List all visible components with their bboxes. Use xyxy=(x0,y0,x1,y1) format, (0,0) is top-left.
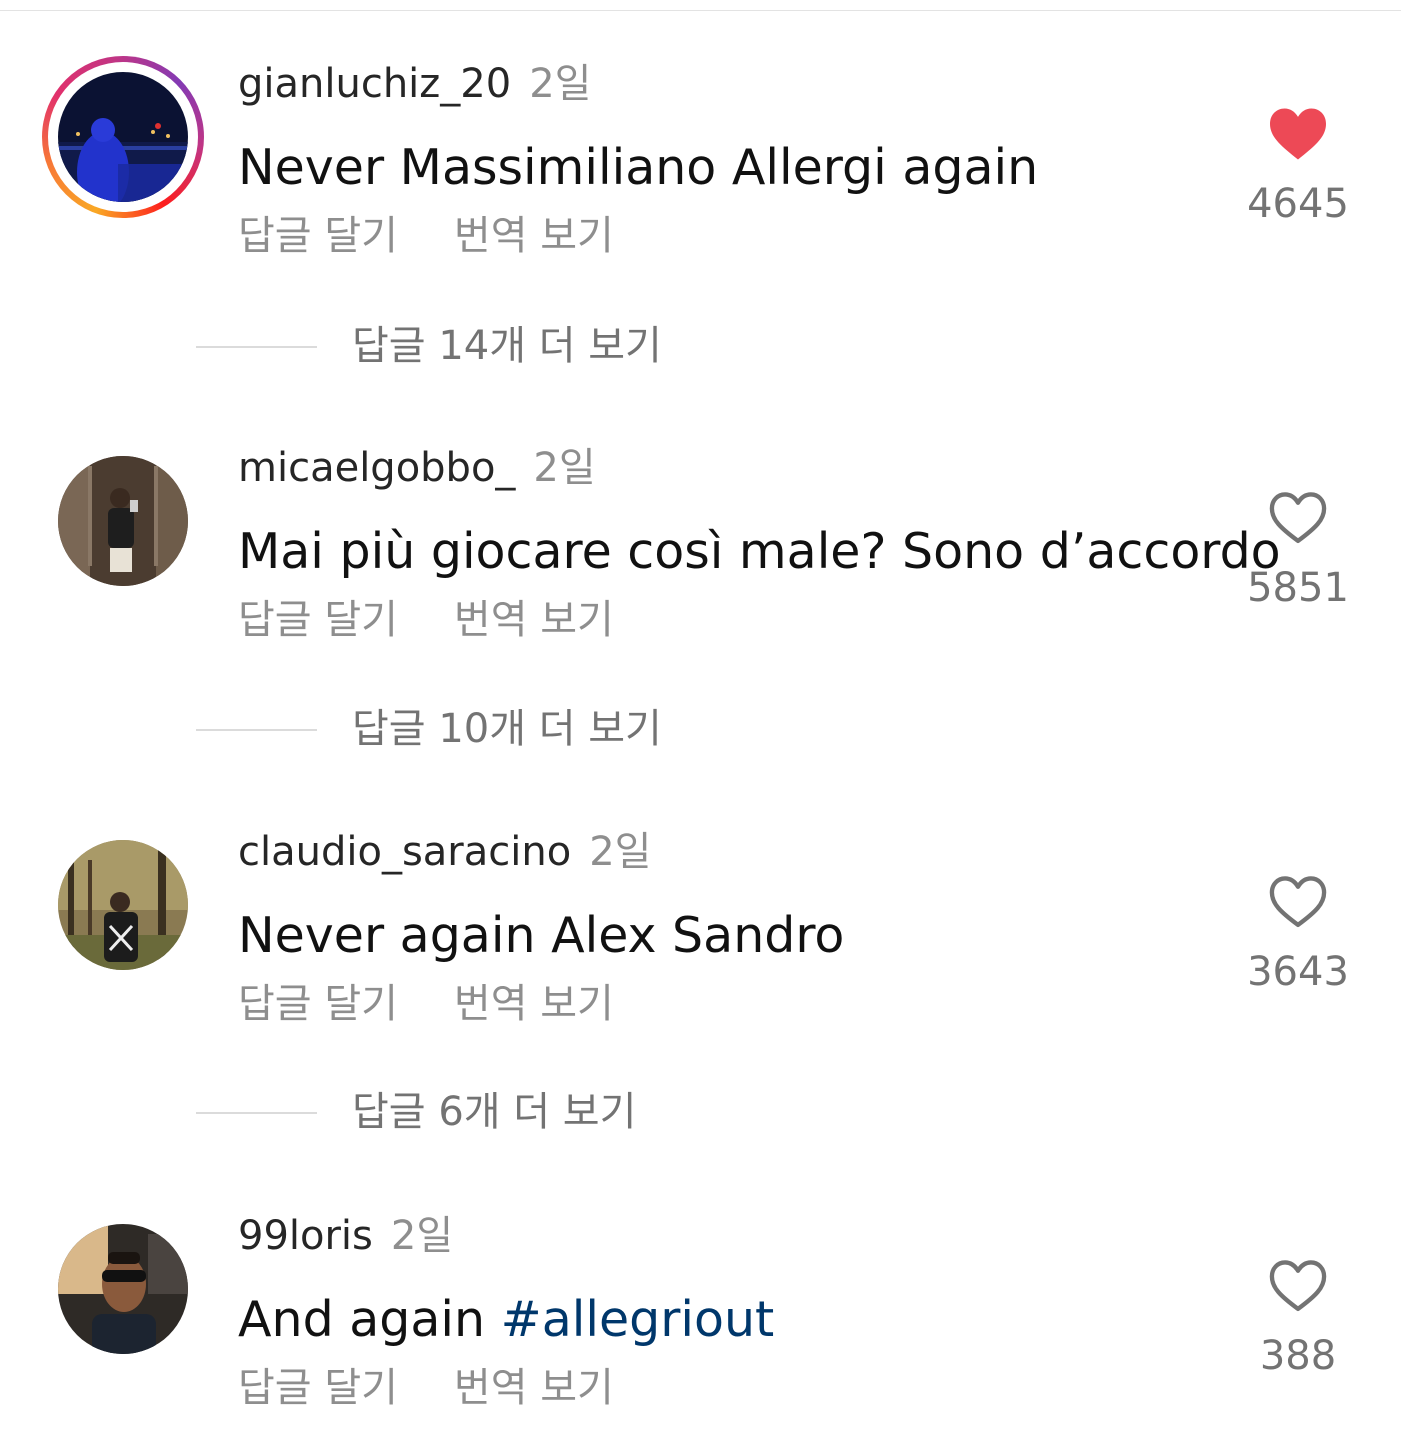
hashtag-link[interactable]: #allegriout xyxy=(501,1291,775,1348)
comment-text-plain: And again xyxy=(238,1291,501,1348)
comment-meta: 99loris 2일 xyxy=(238,1210,453,1262)
replies-divider-line xyxy=(196,1112,317,1114)
avatar[interactable] xyxy=(58,840,188,970)
view-replies-label[interactable]: 답글 10개 더 보기 xyxy=(352,703,662,755)
like-control: 4645 xyxy=(1238,106,1358,230)
like-count: 388 xyxy=(1259,1333,1337,1379)
comment-meta: gianluchiz_20 2일 xyxy=(238,58,591,110)
see-translation-button[interactable]: 번역 보기 xyxy=(454,597,614,643)
comment-text: Never Massimiliano Allergi again xyxy=(238,139,1039,196)
username[interactable]: gianluchiz_20 xyxy=(238,61,511,107)
avatar-wrapper xyxy=(42,824,204,986)
reply-button[interactable]: 답글 달기 xyxy=(238,1365,398,1411)
comment-text: Mai più giocare così male? Sono d’accord… xyxy=(238,523,1281,580)
like-control: 3643 xyxy=(1238,874,1358,998)
avatar-story-ring[interactable] xyxy=(42,56,204,218)
avatar[interactable] xyxy=(58,72,188,202)
comment-item: gianluchiz_20 2일 Never Massimiliano Aller… xyxy=(0,56,1401,296)
comment-item: 99loris 2일 And again #allegriout 답글 달기 번역 … xyxy=(0,1208,1401,1448)
comment-actions: 답글 달기 번역 보기 xyxy=(238,978,670,1030)
top-divider xyxy=(0,10,1401,11)
username[interactable]: claudio_saracino xyxy=(238,829,571,875)
comment-meta: micaelgobbo_ 2일 xyxy=(238,442,596,494)
like-control: 388 xyxy=(1238,1258,1358,1382)
reply-button[interactable]: 답글 달기 xyxy=(238,213,398,259)
like-count: 3643 xyxy=(1247,949,1349,995)
comment-actions: 답글 달기 번역 보기 xyxy=(238,210,670,262)
username[interactable]: 99loris xyxy=(238,1213,373,1259)
reply-button[interactable]: 답글 달기 xyxy=(238,597,398,643)
replies-divider-line xyxy=(196,729,317,731)
comment-meta: claudio_saracino 2일 xyxy=(238,826,651,878)
comment-text: And again #allegriout xyxy=(238,1288,774,1352)
like-count: 5851 xyxy=(1247,565,1349,611)
timestamp: 2일 xyxy=(529,61,592,107)
comment-actions: 답글 달기 번역 보기 xyxy=(238,594,670,646)
view-replies-label[interactable]: 답글 6개 더 보기 xyxy=(352,1086,636,1138)
see-translation-button[interactable]: 번역 보기 xyxy=(454,213,614,259)
username[interactable]: micaelgobbo_ xyxy=(238,445,515,491)
like-count: 4645 xyxy=(1247,181,1349,227)
see-translation-button[interactable]: 번역 보기 xyxy=(454,981,614,1027)
timestamp: 2일 xyxy=(390,1213,454,1259)
heart-filled-icon[interactable] xyxy=(1267,106,1329,162)
comment-item: micaelgobbo_ 2일 Mai più giocare così male… xyxy=(0,440,1401,680)
reply-button[interactable]: 답글 달기 xyxy=(238,981,398,1027)
heart-outline-icon[interactable] xyxy=(1267,490,1329,546)
comment-actions: 답글 달기 번역 보기 xyxy=(238,1362,670,1414)
avatar[interactable] xyxy=(58,456,188,586)
heart-outline-icon[interactable] xyxy=(1267,874,1329,930)
like-control: 5851 xyxy=(1238,490,1358,614)
timestamp: 2일 xyxy=(589,829,652,875)
see-translation-button[interactable]: 번역 보기 xyxy=(454,1365,614,1411)
comment-item: claudio_saracino 2일 Never again Alex Sand… xyxy=(0,824,1401,1064)
avatar-wrapper xyxy=(42,1208,204,1370)
timestamp: 2일 xyxy=(533,445,596,491)
comment-text: Never again Alex Sandro xyxy=(238,907,845,964)
avatar-wrapper xyxy=(42,440,204,602)
avatar[interactable] xyxy=(58,1224,188,1354)
heart-outline-icon[interactable] xyxy=(1267,1258,1329,1314)
view-replies-label[interactable]: 답글 14개 더 보기 xyxy=(352,320,662,372)
replies-divider-line xyxy=(196,346,317,348)
